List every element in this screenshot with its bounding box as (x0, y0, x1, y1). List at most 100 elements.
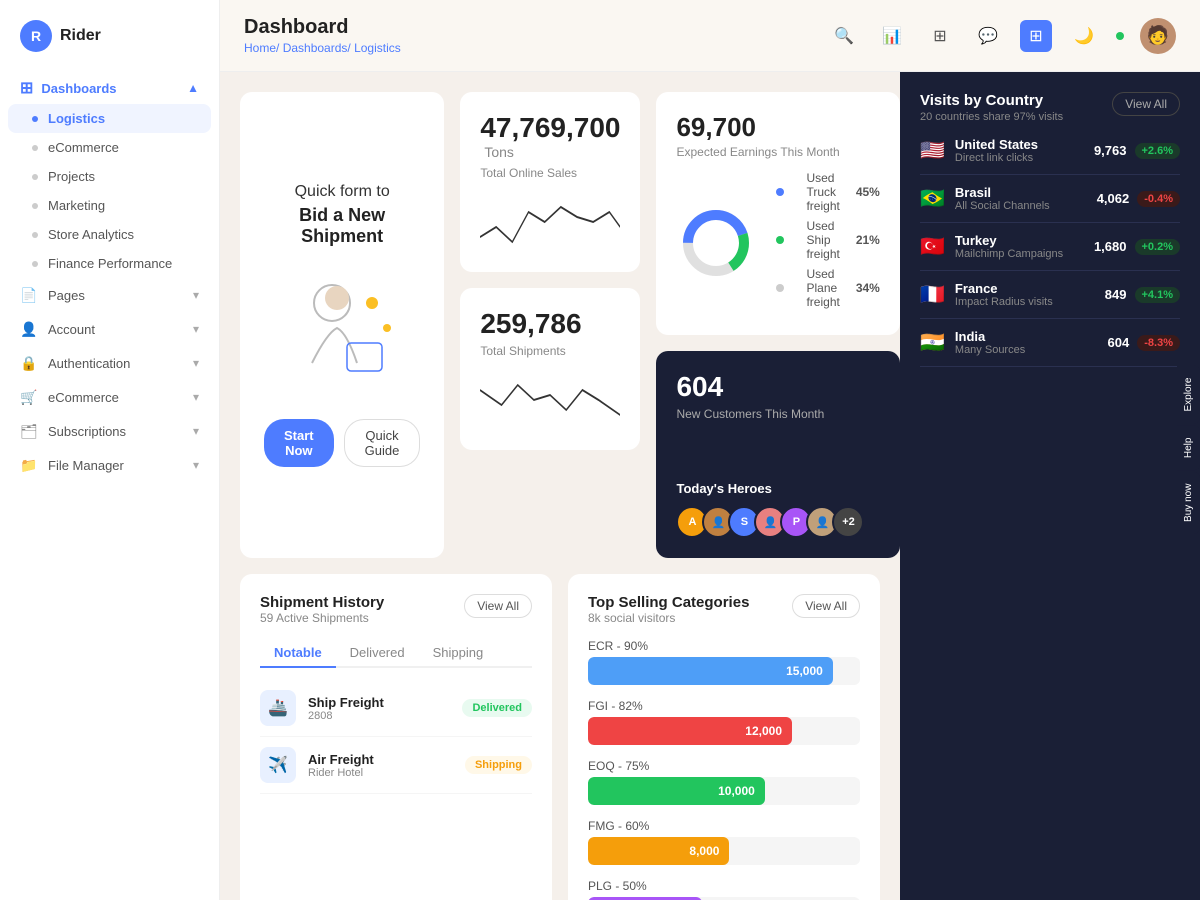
shipments-number: 259,786 (480, 308, 581, 339)
earnings-legend: Used Truck freight 45% Used Ship freight… (776, 171, 879, 315)
flag-in: 🇮🇳 (920, 330, 945, 355)
sidebar-item-finance-performance[interactable]: Finance Performance (0, 249, 219, 278)
sidebar: R Rider ⊞ Dashboards ▲ Logistics eCommer… (0, 0, 220, 900)
logo-text: Rider (60, 27, 101, 45)
quick-guide-button[interactable]: Quick Guide (344, 419, 421, 467)
heroes-section: Today's Heroes A 👤 S 👤 P 👤 +2 (676, 481, 879, 538)
country-item-tr: 🇹🇷 Turkey Mailchimp Campaigns 1,680 +0.2… (920, 223, 1180, 271)
shipment-history-header: Shipment History 59 Active Shipments Vie… (260, 594, 532, 625)
sidebar-item-subscriptions[interactable]: 🗂 Subscriptions ▾ (0, 414, 219, 448)
right-panel: Visits by Country 20 countries share 97%… (900, 72, 1200, 900)
country-info-tr: Turkey Mailchimp Campaigns (955, 233, 1094, 260)
sidebar-section-dashboards[interactable]: ⊞ Dashboards ▲ (0, 72, 219, 104)
bar-fill-ecr: 15,000 (588, 657, 833, 685)
content-area: Quick form to Bid a New Shipment (220, 72, 1200, 900)
top-selling-view-all-button[interactable]: View All (792, 594, 860, 618)
flag-fr: 🇫🇷 (920, 282, 945, 307)
bar-item-fmg: FMG - 60% 8,000 (588, 819, 860, 865)
sidebar-item-marketing[interactable]: Marketing (0, 191, 219, 220)
country-info-fr: France Impact Radius visits (955, 281, 1105, 308)
sales-chart (480, 192, 620, 252)
bar-item-fgi: FGI - 82% 12,000 (588, 699, 860, 745)
center-content: Quick form to Bid a New Shipment (220, 72, 900, 900)
buy-now-tab[interactable]: Buy now (1177, 472, 1200, 534)
online-indicator (1116, 32, 1124, 40)
top-selling-title: Top Selling Categories (588, 594, 749, 611)
header-actions: 🔍 📊 ⊞ 💬 ⊞ 🌙 🧑 (828, 18, 1176, 54)
sidebar-item-ecommerce[interactable]: eCommerce (0, 133, 219, 162)
earnings-label: Expected Earnings This Month (676, 145, 879, 159)
bar-track-ecr: 15,000 (588, 657, 860, 685)
avatar-more: +2 (832, 506, 864, 538)
pages-icon: 📄 (20, 286, 38, 304)
bar-fill-eoq: 10,000 (588, 777, 765, 805)
grid-icon[interactable]: ⊞ (924, 20, 956, 52)
visits-view-all-button[interactable]: View All (1112, 92, 1180, 116)
sidebar-item-account[interactable]: 👤 Account ▾ (0, 312, 219, 346)
bar-track-fgi: 12,000 (588, 717, 860, 745)
ecommerce-icon: 🛒 (20, 388, 38, 406)
tab-delivered[interactable]: Delivered (336, 639, 419, 668)
bar-fill-fgi: 12,000 (588, 717, 792, 745)
shipment-item-2: ✈️ Air Freight Rider Hotel Shipping (260, 737, 532, 794)
tab-shipping[interactable]: Shipping (419, 639, 498, 668)
promo-line1: Quick form to (295, 183, 390, 201)
search-icon[interactable]: 🔍 (828, 20, 860, 52)
chart-icon[interactable]: 📊 (876, 20, 908, 52)
country-item-fr: 🇫🇷 France Impact Radius visits 849 +4.1% (920, 271, 1180, 319)
country-item-in: 🇮🇳 India Many Sources 604 -8.3% (920, 319, 1180, 367)
status-badge-2: Shipping (465, 756, 532, 774)
visits-subtitle: 20 countries share 97% visits (920, 111, 1063, 123)
shipment-history-title: Shipment History (260, 594, 384, 611)
earnings-number: 69,700 (676, 112, 879, 143)
shipments-label: Total Shipments (480, 344, 620, 358)
sales-label: Total Online Sales (480, 166, 620, 180)
bar-track-fmg: 8,000 (588, 837, 860, 865)
chevron-down-icon: ▾ (193, 458, 199, 472)
donut-chart (676, 203, 756, 283)
country-item-br: 🇧🇷 Brasil All Social Channels 4,062 -0.4… (920, 175, 1180, 223)
shipment-title-group: Shipment History 59 Active Shipments (260, 594, 384, 625)
ship-freight-icon: 🚢 (260, 690, 296, 726)
help-tab[interactable]: Help (1177, 425, 1200, 470)
start-now-button[interactable]: Start Now (264, 419, 334, 467)
promo-line2: Bid a New Shipment (264, 205, 420, 247)
earnings-customers-column: 69,700 Expected Earnings This Month (656, 92, 899, 558)
breadcrumb: Home/ Dashboards/ Logistics (244, 41, 401, 55)
dark-mode-icon[interactable]: 🌙 (1068, 20, 1100, 52)
donut-row: Used Truck freight 45% Used Ship freight… (676, 171, 879, 315)
shipment-name-2: Air Freight (308, 752, 465, 767)
bar-item-eoq: EOQ - 75% 10,000 (588, 759, 860, 805)
logo[interactable]: R Rider (0, 20, 219, 72)
theme-icon[interactable]: ⊞ (1020, 20, 1052, 52)
sidebar-item-store-analytics[interactable]: Store Analytics (0, 220, 219, 249)
customers-number: 604 (676, 371, 879, 403)
top-selling-card: Top Selling Categories 8k social visitor… (568, 574, 880, 900)
shipment-info-2: Air Freight Rider Hotel (308, 752, 465, 779)
sidebar-item-authentication[interactable]: 🔒 Authentication ▾ (0, 346, 219, 380)
top-selling-subtitle: 8k social visitors (588, 611, 749, 625)
user-avatar[interactable]: 🧑 (1140, 18, 1176, 54)
page-title: Dashboard (244, 16, 401, 39)
chevron-up-icon: ▲ (187, 81, 199, 95)
explore-tab[interactable]: Explore (1177, 366, 1200, 424)
top-cards-row: Quick form to Bid a New Shipment (240, 92, 880, 558)
shipment-name-1: Ship Freight (308, 695, 462, 710)
chevron-down-icon: ▾ (193, 288, 199, 302)
tab-notable[interactable]: Notable (260, 639, 336, 668)
sidebar-item-file-manager[interactable]: 📁 File Manager ▾ (0, 448, 219, 482)
shipment-tabs: Notable Delivered Shipping (260, 639, 532, 668)
shipment-sub-2: Rider Hotel (308, 767, 465, 779)
breadcrumb-current: Logistics (354, 41, 401, 55)
sidebar-item-ecommerce-group[interactable]: 🛒 eCommerce ▾ (0, 380, 219, 414)
shipment-info-1: Ship Freight 2808 (308, 695, 462, 722)
sidebar-item-logistics[interactable]: Logistics (8, 104, 211, 133)
message-icon[interactable]: 💬 (972, 20, 1004, 52)
auth-icon: 🔒 (20, 354, 38, 372)
shipment-view-all-button[interactable]: View All (464, 594, 532, 618)
promo-illustration (272, 273, 412, 393)
flag-tr: 🇹🇷 (920, 234, 945, 259)
sidebar-item-projects[interactable]: Projects (0, 162, 219, 191)
sidebar-item-pages[interactable]: 📄 Pages ▾ (0, 278, 219, 312)
legend-item-plane: Used Plane freight 34% (776, 267, 879, 309)
